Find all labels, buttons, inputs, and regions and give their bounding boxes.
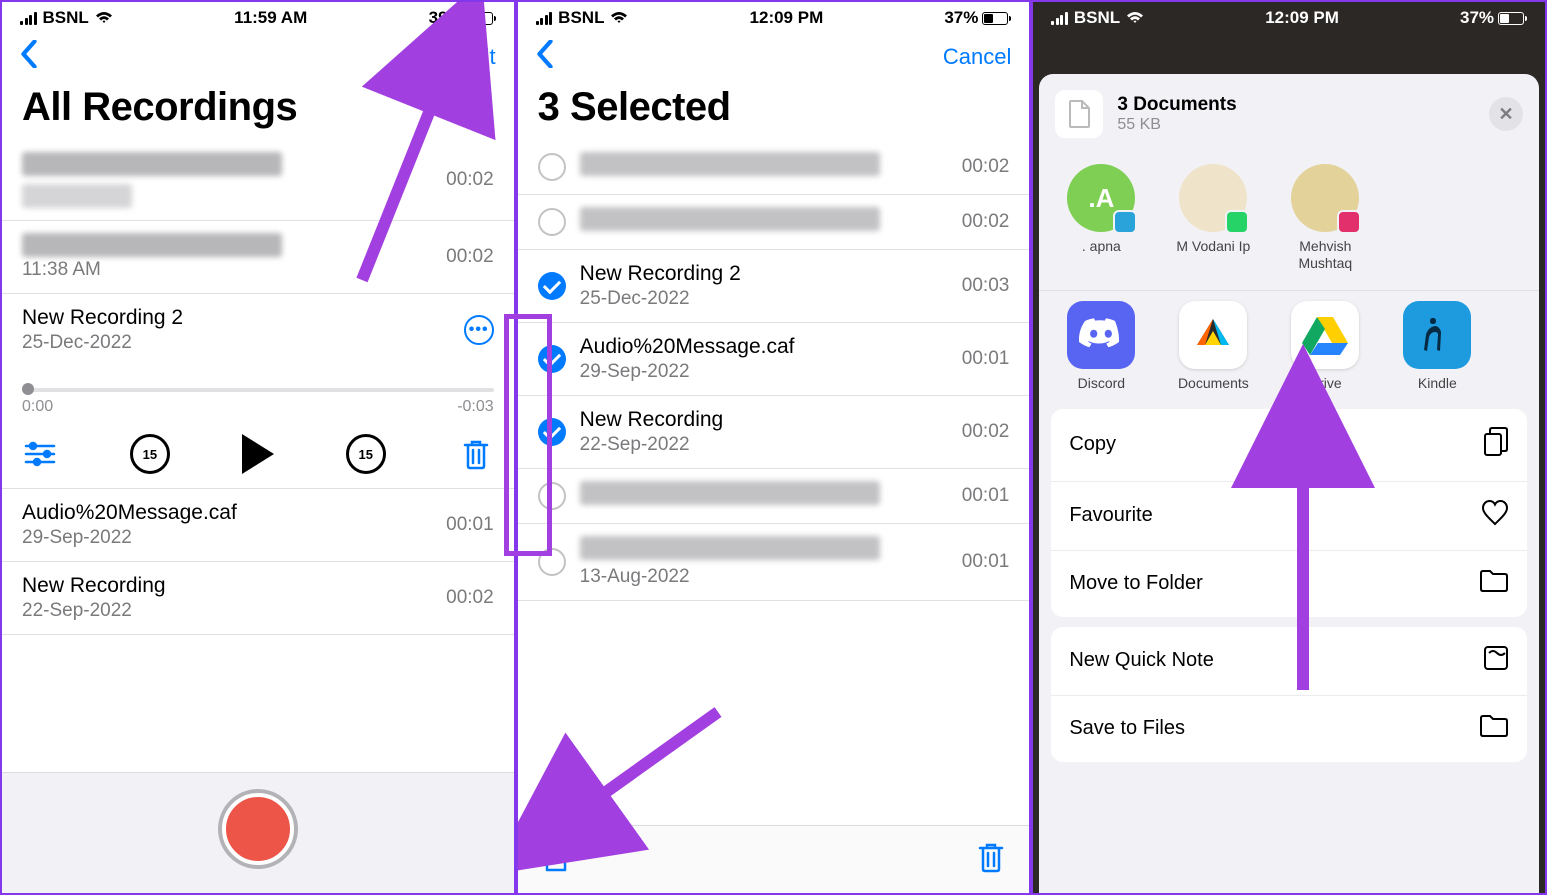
list-item[interactable]: Audio%20Message.caf29-Sep-2022 00:01 <box>2 489 514 562</box>
record-bar <box>2 772 514 893</box>
recordings-list: 00:02 11:38 AM 00:02 New Recording 2 25-… <box>2 140 514 772</box>
app-discord[interactable]: Discord <box>1055 301 1147 391</box>
app-icon <box>1291 301 1359 369</box>
action-move-to-folder[interactable]: Move to Folder <box>1051 551 1527 617</box>
list-item[interactable]: 00:01 <box>518 469 1030 524</box>
document-icon <box>1055 90 1103 138</box>
forward-15-button[interactable]: 15 <box>346 434 386 474</box>
battery-icon <box>982 12 1011 25</box>
app-icon <box>1179 301 1247 369</box>
checkbox[interactable] <box>538 418 566 446</box>
selection-list: 00:0200:02New Recording 225-Dec-202200:0… <box>518 140 1030 825</box>
share-icon[interactable] <box>542 840 570 879</box>
rewind-15-button[interactable]: 15 <box>130 434 170 474</box>
nav-bar: Edit <box>2 30 514 83</box>
list-item[interactable]: 13-Aug-202200:01 <box>518 524 1030 601</box>
avatar <box>1291 164 1359 232</box>
app-kindle[interactable]: Kindle <box>1391 301 1483 391</box>
action-group: New Quick NoteSave to Files <box>1051 627 1527 762</box>
signal-icon <box>20 12 37 25</box>
action-group: CopyFavouriteMove to Folder <box>1051 409 1527 617</box>
status-bar: BSNL 12:09 PM 37% <box>518 2 1030 30</box>
app-icon <box>1403 301 1471 369</box>
note-icon <box>1483 645 1509 677</box>
list-item[interactable]: 00:02 <box>518 140 1030 195</box>
panel-all-recordings: BSNL 11:59 AM 39% Edit All Recordings 00… <box>0 0 516 895</box>
contact[interactable]: M Vodani Ip <box>1167 164 1259 272</box>
nav-bar: Cancel <box>518 30 1030 83</box>
list-item[interactable]: New Recording 225-Dec-202200:03 <box>518 250 1030 323</box>
list-item[interactable]: 11:38 AM 00:02 <box>2 221 514 294</box>
cancel-button[interactable]: Cancel <box>943 44 1011 70</box>
close-button[interactable]: ✕ <box>1489 97 1523 131</box>
list-item[interactable]: New Recording22-Sep-2022 00:02 <box>2 562 514 635</box>
panel-selection: BSNL 12:09 PM 37% Cancel 3 Selected 00:0… <box>516 0 1032 895</box>
contact[interactable]: .A. apna <box>1055 164 1147 272</box>
status-time: 11:59 AM <box>234 8 307 28</box>
page-title: All Recordings <box>2 83 514 140</box>
edit-button[interactable]: Edit <box>458 44 496 70</box>
share-sheet: 3 Documents 55 KB ✕ .A. apnaM Vodani IpM… <box>1039 74 1539 893</box>
checkbox[interactable] <box>538 482 566 510</box>
trash-icon[interactable] <box>458 436 494 472</box>
action-copy[interactable]: Copy <box>1051 409 1527 482</box>
signal-icon <box>536 12 553 25</box>
more-button[interactable]: ••• <box>464 315 494 345</box>
avatar: .A <box>1067 164 1135 232</box>
list-item[interactable]: New Recording22-Sep-202200:02 <box>518 396 1030 469</box>
avatar <box>1179 164 1247 232</box>
share-title: 3 Documents <box>1117 94 1236 116</box>
play-button[interactable] <box>242 434 274 474</box>
back-button[interactable] <box>20 40 38 73</box>
wifi-icon <box>610 11 628 25</box>
checkbox[interactable] <box>538 272 566 300</box>
record-button[interactable] <box>222 793 294 865</box>
battery-pct: 39% <box>429 8 463 28</box>
apps-row: DiscordDocumentsDriveKindle <box>1039 291 1539 399</box>
heart-icon <box>1481 500 1509 532</box>
app-documents[interactable]: Documents <box>1167 301 1259 391</box>
folder-icon <box>1479 569 1509 599</box>
action-save-to-files[interactable]: Save to Files <box>1051 696 1527 762</box>
app-drive[interactable]: Drive <box>1279 301 1371 391</box>
back-button[interactable] <box>536 40 554 73</box>
contacts-row: .A. apnaM Vodani IpMehvish Mushtaq <box>1039 154 1539 291</box>
share-size: 55 KB <box>1117 116 1236 134</box>
battery-icon <box>1498 12 1527 25</box>
checkbox[interactable] <box>538 345 566 373</box>
bottom-toolbar <box>518 825 1030 893</box>
wifi-icon <box>1126 11 1144 25</box>
carrier-label: BSNL <box>43 8 89 28</box>
signal-icon <box>1051 12 1068 25</box>
checkbox[interactable] <box>538 208 566 236</box>
status-bar: BSNL 12:09 PM 37% <box>1033 2 1545 30</box>
action-new-quick-note[interactable]: New Quick Note <box>1051 627 1527 696</box>
panel-share-sheet: BSNL 12:09 PM 37% 3 Documents 55 KB ✕ .A… <box>1031 0 1547 895</box>
copy-icon <box>1483 427 1509 463</box>
contact[interactable]: Mehvish Mushtaq <box>1279 164 1371 272</box>
trash-icon[interactable] <box>977 841 1005 878</box>
options-icon[interactable] <box>22 436 58 472</box>
list-item[interactable]: 00:02 <box>2 140 514 221</box>
page-title: 3 Selected <box>518 83 1030 140</box>
player: 0:00-0:03 15 15 <box>2 366 514 489</box>
list-item-selected[interactable]: New Recording 2 25-Dec-2022 ••• <box>2 294 514 366</box>
action-favourite[interactable]: Favourite <box>1051 482 1527 551</box>
app-icon <box>1067 301 1135 369</box>
status-bar: BSNL 11:59 AM 39% <box>2 2 514 30</box>
scrubber[interactable] <box>22 388 494 392</box>
list-item[interactable]: Audio%20Message.caf29-Sep-202200:01 <box>518 323 1030 396</box>
folder-icon <box>1479 714 1509 744</box>
checkbox[interactable] <box>538 548 566 576</box>
list-item[interactable]: 00:02 <box>518 195 1030 250</box>
wifi-icon <box>95 11 113 25</box>
checkbox[interactable] <box>538 153 566 181</box>
share-header: 3 Documents 55 KB ✕ <box>1039 74 1539 154</box>
battery-icon <box>467 12 496 25</box>
